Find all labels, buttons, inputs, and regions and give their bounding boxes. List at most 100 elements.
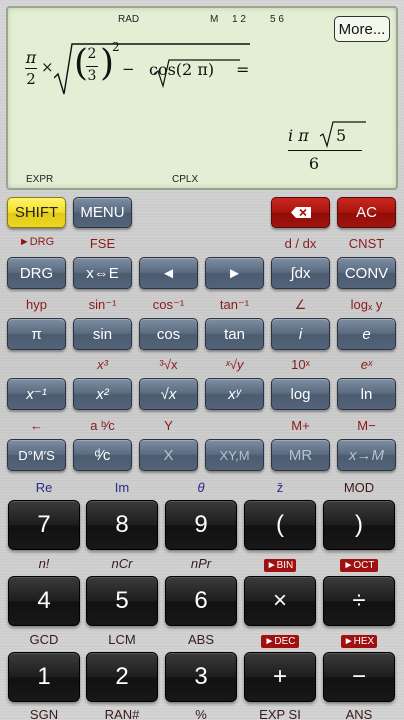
label-drg-convert: ►DRG bbox=[18, 236, 55, 248]
memory-slots-a: 1 2 bbox=[232, 14, 246, 25]
digit-8-key[interactable]: 8 bbox=[86, 500, 158, 550]
label-hex: ►HEX bbox=[323, 632, 395, 648]
ln-key[interactable]: ln bbox=[337, 378, 396, 410]
digit-1-key[interactable]: 1 bbox=[8, 652, 80, 702]
power-key[interactable]: xʸ bbox=[205, 378, 264, 410]
digit-6-key[interactable]: 6 bbox=[165, 576, 237, 626]
sqrt-key[interactable]: √x bbox=[139, 378, 198, 410]
dms-key[interactable]: D°M′S bbox=[7, 439, 66, 471]
fraction-bar bbox=[25, 68, 37, 69]
label-angle: ∠ bbox=[294, 297, 307, 312]
label-ncr: nCr bbox=[111, 556, 133, 571]
cursor-right-key[interactable]: ► bbox=[205, 257, 264, 289]
label-factorial: n! bbox=[38, 556, 50, 571]
oct-badge: ►OCT bbox=[340, 559, 378, 572]
bin-badge: ►BIN bbox=[263, 559, 297, 572]
digit-7-key[interactable]: 7 bbox=[8, 500, 80, 550]
digit-3-key[interactable]: 3 bbox=[165, 652, 237, 702]
label-npr: nPr bbox=[190, 556, 212, 571]
label-asin: sin⁻¹ bbox=[88, 297, 117, 312]
label-ans: ANS bbox=[345, 707, 373, 720]
digit-5-key[interactable]: 5 bbox=[86, 576, 158, 626]
integral-key[interactable]: ∫dx bbox=[271, 257, 330, 289]
expr-frac-num: 2 bbox=[87, 46, 97, 62]
cursor-left-key[interactable]: ◄ bbox=[139, 257, 198, 289]
label-ddx: d / dx bbox=[284, 236, 317, 251]
minus-key[interactable]: − bbox=[323, 652, 395, 702]
mr-key[interactable]: MR bbox=[271, 439, 330, 471]
digit-4-key[interactable]: 4 bbox=[8, 576, 80, 626]
paren-close-key[interactable]: ) bbox=[323, 500, 395, 550]
digit-2-key[interactable]: 2 bbox=[86, 652, 158, 702]
d-c-fraction-key[interactable]: ᵈ⁄c bbox=[73, 439, 132, 471]
label-x-cubed: x³ bbox=[97, 357, 108, 372]
divide-key[interactable]: ÷ bbox=[323, 576, 395, 626]
label-gcd: GCD bbox=[29, 632, 59, 647]
label-back-arrow: ← bbox=[30, 418, 43, 433]
expr-pi: π bbox=[25, 48, 37, 67]
label-lcm: LCM bbox=[108, 632, 136, 647]
result-value[interactable]: i π 5 6 bbox=[288, 118, 368, 182]
expression-line[interactable]: π 2 × ( 2 3 ) 2 − cos(2 π) = bbox=[24, 38, 324, 104]
pi-key[interactable]: π bbox=[7, 318, 66, 350]
label-im: Im bbox=[114, 480, 130, 495]
label-acos: cos⁻¹ bbox=[152, 297, 185, 312]
label-x-root: ˣ√y bbox=[225, 357, 244, 372]
expr-indicator: EXPR bbox=[26, 174, 54, 185]
label-cnst: CNST bbox=[348, 236, 385, 251]
label-mod: MOD bbox=[343, 480, 375, 495]
more-button[interactable]: More... bbox=[334, 16, 390, 42]
hex-badge: ►HEX bbox=[340, 635, 378, 648]
backspace-key[interactable] bbox=[271, 197, 330, 228]
x-variable-key[interactable]: X bbox=[139, 439, 198, 471]
label-m-plus: M+ bbox=[291, 418, 310, 433]
digit-9-key[interactable]: 9 bbox=[165, 500, 237, 550]
memory-slots-b: 5 6 bbox=[270, 14, 284, 25]
reciprocal-key[interactable]: x⁻¹ bbox=[7, 378, 66, 410]
label-ran: RAN# bbox=[104, 707, 140, 720]
label-exp-si: EXP SI bbox=[259, 707, 301, 720]
expr-equals: = bbox=[236, 60, 250, 79]
dec-badge: ►DEC bbox=[261, 635, 299, 648]
label-sgn: SGN bbox=[29, 707, 59, 720]
conv-key[interactable]: CONV bbox=[337, 257, 396, 289]
label-fse: FSE bbox=[89, 236, 116, 251]
imaginary-i-key[interactable]: i bbox=[271, 318, 330, 350]
cos-key[interactable]: cos bbox=[139, 318, 198, 350]
calculator-display: RAD M 1 2 5 6 More... π 2 × ( 2 3 ) 2 − … bbox=[6, 6, 398, 190]
tan-key[interactable]: tan bbox=[205, 318, 264, 350]
label-dec: ►DEC bbox=[244, 632, 316, 648]
label-y: Y bbox=[164, 418, 173, 433]
plus-key[interactable]: + bbox=[244, 652, 316, 702]
xym-key[interactable]: XY,M bbox=[205, 439, 264, 471]
label-logxy: logₓ y bbox=[350, 297, 383, 312]
shift-key[interactable]: SHIFT bbox=[7, 197, 66, 228]
label-theta: θ bbox=[197, 480, 205, 495]
sin-key[interactable]: sin bbox=[73, 318, 132, 350]
label-fraction: a ᵇ⁄c bbox=[90, 418, 115, 433]
euler-e-key[interactable]: e bbox=[337, 318, 396, 350]
expr-two: 2 bbox=[26, 70, 36, 88]
log-key[interactable]: log bbox=[271, 378, 330, 410]
paren-open-key[interactable]: ( bbox=[244, 500, 316, 550]
expr-exponent: 2 bbox=[112, 40, 120, 54]
square-key[interactable]: x² bbox=[73, 378, 132, 410]
backspace-icon bbox=[290, 207, 311, 218]
fraction-bar-inner bbox=[86, 66, 98, 67]
expr-cos: cos(2 π) bbox=[149, 60, 215, 79]
multiply-key[interactable]: × bbox=[244, 576, 316, 626]
menu-key[interactable]: MENU bbox=[73, 197, 132, 228]
label-bin: ►BIN bbox=[244, 556, 316, 572]
result-fraction-bar bbox=[288, 150, 362, 151]
drg-key[interactable]: DRG bbox=[7, 257, 66, 289]
x-exchange-e-key[interactable]: x⇔E bbox=[73, 257, 132, 289]
expr-frac-den: 3 bbox=[87, 68, 97, 84]
x-to-m-key[interactable]: x→M bbox=[337, 439, 396, 471]
ac-key[interactable]: AC bbox=[337, 197, 396, 228]
label-conjugate: z̄ bbox=[276, 480, 284, 495]
label-percent: % bbox=[195, 707, 207, 720]
label-hyp: hyp bbox=[26, 297, 47, 312]
label-re: Re bbox=[35, 480, 53, 495]
label-cube-root: ³√x bbox=[159, 357, 178, 372]
label-e-power: eˣ bbox=[360, 357, 373, 372]
